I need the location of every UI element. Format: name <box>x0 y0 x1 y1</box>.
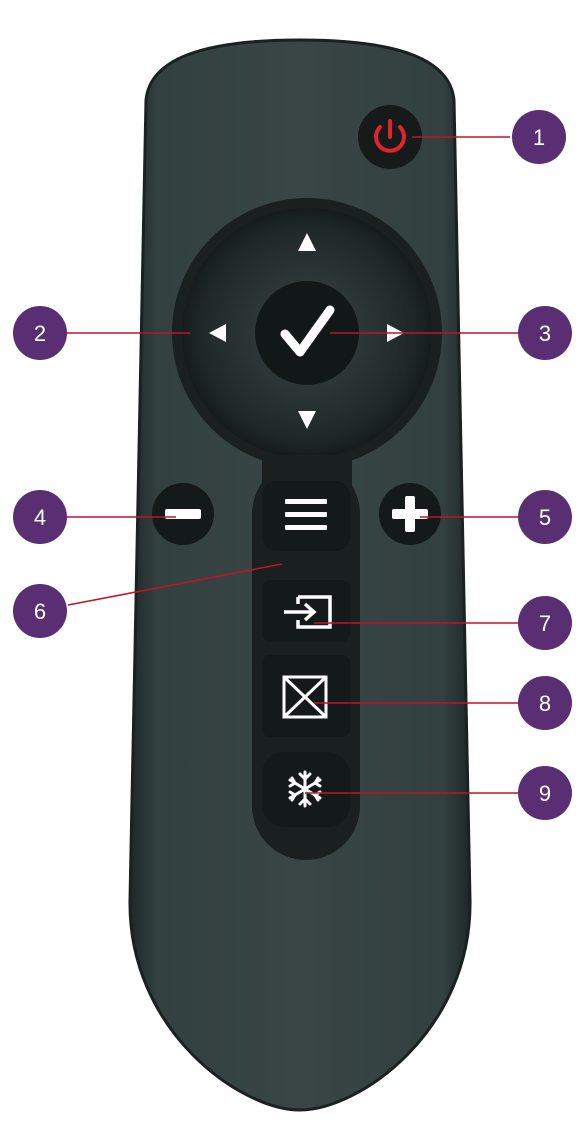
callout-label-5: 5 <box>539 505 551 530</box>
callout-label-2: 2 <box>34 321 46 346</box>
volume-up-button[interactable] <box>379 483 441 545</box>
callout-1: 1 <box>512 110 566 164</box>
blank-screen-button[interactable] <box>262 655 350 737</box>
callout-9: 9 <box>518 766 572 820</box>
callout-2: 2 <box>13 306 67 360</box>
callout-7: 7 <box>518 596 572 650</box>
input-source-button[interactable] <box>262 580 350 642</box>
callout-5: 5 <box>518 490 572 544</box>
remote-diagram: 1 2 3 4 5 6 7 8 9 <box>13 38 572 1112</box>
callout-label-6: 6 <box>34 599 46 624</box>
menu-button[interactable] <box>262 481 350 551</box>
callout-6: 6 <box>13 584 67 638</box>
callout-label-9: 9 <box>539 781 551 806</box>
callout-label-4: 4 <box>34 505 46 530</box>
callout-label-7: 7 <box>539 611 551 636</box>
volume-down-button[interactable] <box>152 483 214 545</box>
freeze-button[interactable] <box>262 752 350 827</box>
menu-icon <box>285 499 327 530</box>
callout-4: 4 <box>13 490 67 544</box>
callout-label-3: 3 <box>539 321 551 346</box>
callout-3: 3 <box>518 306 572 360</box>
callout-label-8: 8 <box>539 691 551 716</box>
callout-8: 8 <box>518 676 572 730</box>
callout-label-1: 1 <box>533 125 545 150</box>
